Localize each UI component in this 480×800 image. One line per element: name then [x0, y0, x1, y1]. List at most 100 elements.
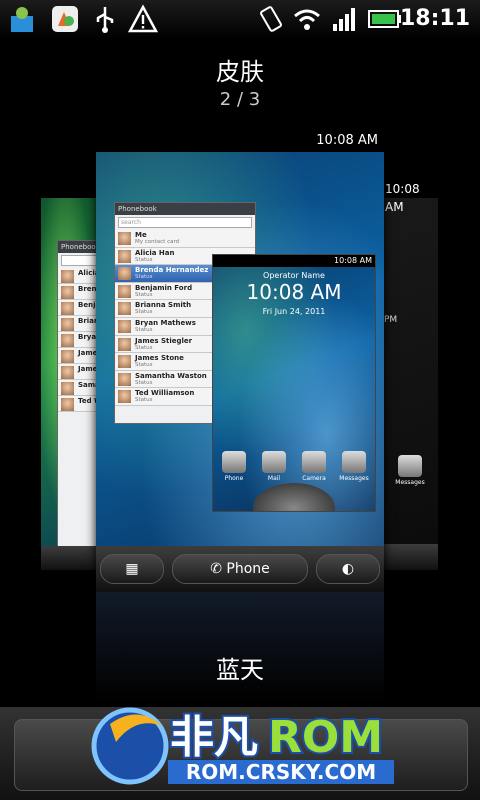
lockscreen-app-label: Mail	[267, 475, 281, 482]
contact-avatar	[61, 318, 74, 331]
lockscreen-preview: 10:08 AM Operator Name 10:08 AM Fri Jun …	[212, 254, 376, 512]
lockscreen-app-label: Messages	[339, 475, 369, 482]
contact-name: Ted Williamson	[135, 389, 195, 398]
battery-icon	[368, 10, 401, 28]
lockscreen-date: Fri Jun 24, 2011	[262, 307, 326, 316]
contact-status: Status	[135, 397, 153, 404]
skin-card-center[interactable]: 10:08 AM Phonebook search Me My contact c…	[96, 130, 384, 592]
right-wallpaper	[382, 180, 438, 570]
contact-avatar	[61, 286, 74, 299]
lockscreen-app-messages: Messages	[337, 451, 371, 482]
personalize-icon: ◐	[341, 561, 355, 577]
right-mini-status-bar: 10:08 AM	[382, 180, 438, 214]
mail-icon	[262, 451, 286, 473]
left-contact-row: Brenda	[58, 284, 101, 300]
contact-avatar	[61, 366, 74, 379]
contact-avatar	[118, 232, 131, 245]
contact-status: Status	[135, 291, 153, 298]
phonebook-title: Phonebook	[115, 203, 255, 215]
contact-name: Me	[135, 231, 147, 239]
contact-name: Brenda Hernandez	[135, 266, 209, 275]
vibrate-icon	[260, 6, 282, 32]
left-dock	[41, 546, 101, 570]
contact-avatar	[61, 302, 74, 315]
svg-text:ROM: ROM	[268, 712, 383, 763]
crsky-watermark-logo: 非凡 ROM ROM.CRSKY.COM	[91, 707, 394, 785]
phonebook-search: search	[118, 217, 252, 228]
left-contact-row: Brianna	[58, 316, 101, 332]
contact-status: Status	[135, 326, 153, 333]
grid-icon: ▦	[125, 561, 139, 577]
contact-name: Samantha Waston	[135, 371, 207, 380]
phone-button-label: Phone	[226, 561, 270, 577]
personalize-button[interactable]: ◐	[316, 554, 380, 584]
left-mini-status-bar	[41, 180, 101, 198]
phone-icon	[222, 451, 246, 473]
right-messages-app: Messages	[390, 455, 430, 486]
messages-icon	[398, 455, 422, 477]
skin-name: 蓝天	[216, 656, 264, 684]
contact-status: Status	[135, 379, 153, 386]
left-contact-row: Alicia	[58, 268, 101, 284]
contact-avatar	[118, 284, 131, 298]
right-dock	[382, 544, 438, 570]
contact-avatar	[118, 337, 131, 351]
right-messages-label: Messages	[395, 479, 425, 486]
status-bar: 18:11	[0, 0, 480, 38]
operator-name: Operator Name	[263, 271, 325, 280]
left-contact-row: Samant	[58, 380, 101, 396]
contact-row: Me My contact card	[115, 230, 255, 248]
contact-name: James Stiegler	[135, 336, 193, 345]
contact-avatar	[118, 267, 131, 281]
usb-icon	[96, 7, 114, 33]
contact-name: Alicia Han	[135, 248, 175, 257]
contact-name: James Stone	[135, 354, 184, 363]
svg-text:非凡: 非凡	[170, 712, 258, 763]
android-market-icon	[11, 7, 33, 32]
skin-card-right[interactable]: 10:08 AM PM Messages	[382, 180, 438, 570]
contact-name: Brianna Smith	[135, 301, 192, 310]
contact-status: Status	[135, 274, 153, 281]
contact-status: Status	[135, 362, 153, 369]
contact-status: Status	[135, 256, 153, 263]
center-mini-clock: 10:08 AM	[316, 133, 378, 148]
warning-icon	[128, 4, 158, 33]
left-contact-row: James S	[58, 364, 101, 380]
signal-icon	[333, 8, 355, 31]
messages-icon	[342, 451, 366, 473]
center-card-reflection	[96, 592, 384, 702]
contact-avatar	[118, 249, 131, 263]
lockscreen-app-camera: Camera	[297, 451, 331, 482]
app-icon	[52, 6, 78, 32]
contact-name: Bryan Mathews	[135, 318, 196, 327]
left-phonebook-title: Phonebook	[58, 241, 101, 253]
phone-button[interactable]: ✆ Phone	[172, 554, 308, 584]
page-indicator: 2 / 3	[219, 89, 261, 110]
left-contact-row: Bryan M	[58, 332, 101, 348]
left-contact-row: James S	[58, 348, 101, 364]
contact-name: Benjamin Ford	[135, 283, 193, 292]
lockscreen-time: 10:08 AM	[246, 280, 342, 304]
phone-icon: ✆	[210, 561, 222, 577]
center-mini-status-bar: 10:08 AM	[96, 130, 384, 152]
left-contact-row: Benjam	[58, 300, 101, 316]
skin-card-left[interactable]: Phonebook AliciaBrendaBenjamBriannaBryan…	[41, 180, 101, 570]
apps-button[interactable]: ▦	[100, 554, 164, 584]
lockscreen-app-label: Camera	[302, 475, 326, 482]
contact-avatar	[61, 350, 74, 363]
camera-icon	[302, 451, 326, 473]
contact-avatar	[118, 319, 131, 333]
lockscreen-mini-status: 10:08 AM	[213, 255, 375, 267]
contact-status: My contact card	[135, 239, 180, 245]
contact-status: Status	[135, 344, 153, 351]
contact-avatar	[61, 334, 74, 347]
svg-text:ROM.CRSKY.COM: ROM.CRSKY.COM	[186, 760, 376, 784]
lockscreen-app-label: Phone	[224, 475, 244, 482]
right-pm-label: PM	[384, 315, 398, 325]
left-contact-row: Ted Wil	[58, 396, 101, 412]
lockscreen-app-phone: Phone	[217, 451, 251, 482]
contact-avatar	[118, 372, 131, 386]
center-dock: ▦ ✆ Phone ◐	[96, 546, 384, 592]
page-title: 皮肤	[216, 58, 264, 86]
contact-avatar	[61, 270, 74, 283]
